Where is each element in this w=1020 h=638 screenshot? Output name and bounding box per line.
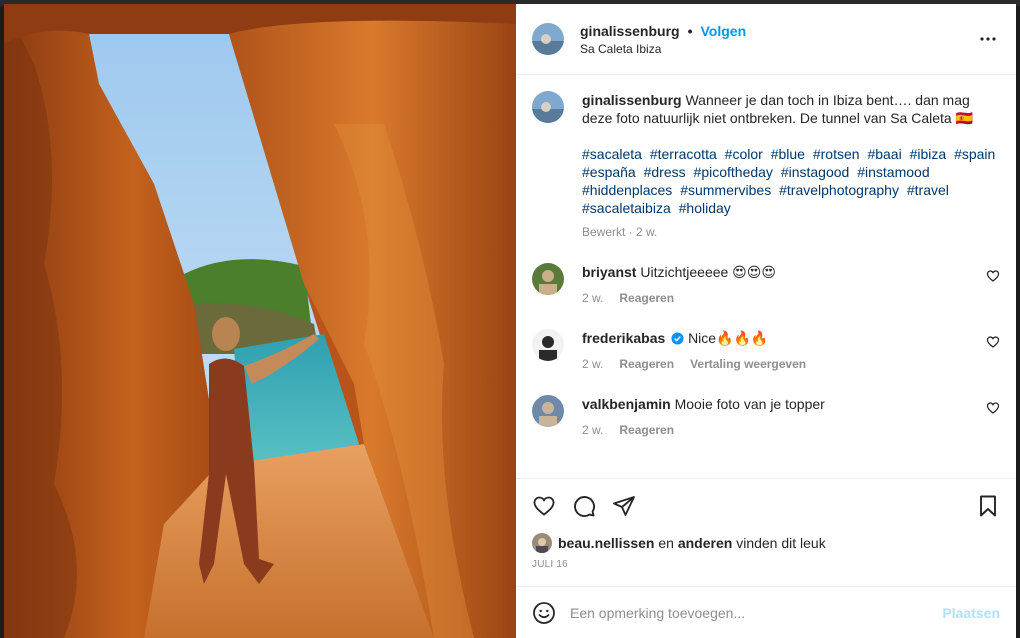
post-comment-button[interactable]: Plaatsen (942, 605, 1000, 621)
comment-meta: 2 w. Reageren (582, 421, 1000, 439)
reply-button[interactable]: Reageren (619, 421, 674, 439)
comment-body: frederikabas Nice🔥🔥🔥 2 w. Reageren Vertalin… (582, 329, 1000, 373)
hashtag-link[interactable]: #instagood (781, 164, 850, 180)
flag-emoji: 🇪🇸 (955, 110, 974, 126)
commenter-username[interactable]: valkbenjamin (582, 396, 671, 412)
commenter-avatar[interactable] (532, 395, 564, 427)
comment-age: 2 w. (582, 357, 604, 371)
post-photo-image (4, 4, 516, 638)
caption-username[interactable]: ginalissenburg (582, 92, 682, 108)
hashtag-link[interactable]: #picoftheday (694, 164, 773, 180)
hashtag-link[interactable]: #dress (644, 164, 686, 180)
hashtag-link[interactable]: #ibiza (910, 146, 947, 162)
hashtag-list: #sacaleta #terracotta #color #blue #rots… (582, 145, 1000, 217)
post-header: ginalissenburg • Volgen Sa Caleta Ibiza (516, 4, 1016, 75)
author-username[interactable]: ginalissenburg (580, 23, 680, 39)
caption-body: ginalissenburg Wanneer je dan toch in Ib… (582, 91, 1000, 241)
translate-button[interactable]: Vertaling weergeven (690, 355, 806, 373)
hashtag-link[interactable]: #blue (771, 146, 805, 162)
post-photo[interactable] (4, 4, 516, 638)
hashtag-link[interactable]: #summervibes (680, 182, 771, 198)
hashtag-link[interactable]: #sacaletaibiza (582, 200, 671, 216)
comment-age: 2 w. (582, 423, 604, 437)
likes-suffix: vinden dit leuk (732, 535, 826, 551)
reply-button[interactable]: Reageren (619, 289, 674, 307)
comment-body: briyanst Uitzichtjeeeee 😍😍😍 2 w. Reageren (582, 263, 1000, 307)
commenter-avatar[interactable] (532, 263, 564, 295)
post-date: JULI 16 (532, 559, 568, 570)
comment-item: briyanst Uitzichtjeeeee 😍😍😍 2 w. Reageren (532, 263, 1000, 307)
bookmark-icon[interactable] (976, 494, 1000, 518)
comment-like-heart-icon[interactable] (986, 335, 1000, 349)
hashtag-link[interactable]: #spain (954, 146, 995, 162)
add-comment-bar: Plaatsen (516, 586, 1016, 638)
caption-avatar[interactable] (532, 91, 564, 123)
post-detail-panel: ginalissenburg • Volgen Sa Caleta Ibiza … (516, 4, 1016, 638)
comment-bubble-icon[interactable] (572, 494, 596, 518)
hashtag-link[interactable]: #travelphotography (779, 182, 899, 198)
liker-avatar[interactable] (532, 533, 552, 553)
commenter-username[interactable]: frederikabas (582, 330, 665, 346)
comment-item: valkbenjamin Mooie foto van je topper 2 w… (532, 395, 1000, 439)
more-options-button[interactable] (976, 27, 1000, 51)
comment-age: 2 w. (582, 291, 604, 305)
heart-icon[interactable] (532, 494, 556, 518)
verified-badge-icon (671, 332, 684, 345)
likes-others-link[interactable]: anderen (678, 535, 732, 551)
action-bar (516, 479, 1016, 533)
hashtag-link[interactable]: #instamood (857, 164, 929, 180)
more-horizontal-icon (980, 37, 996, 41)
comment-meta: 2 w. Reageren (582, 289, 1000, 307)
comment-text: Mooie foto van je topper (674, 396, 825, 412)
smiley-icon[interactable] (532, 601, 556, 625)
comment-like-heart-icon[interactable] (986, 269, 1000, 283)
commenter-avatar[interactable] (532, 329, 564, 361)
separator-dot: • (687, 22, 693, 39)
location-link[interactable]: Sa Caleta Ibiza (580, 42, 976, 56)
comment-body: valkbenjamin Mooie foto van je topper 2 w… (582, 395, 1000, 439)
hashtag-link[interactable]: #terracotta (650, 146, 717, 162)
hashtag-link[interactable]: #baai (867, 146, 901, 162)
comment-meta: 2 w. Reageren Vertaling weergeven (582, 355, 1000, 373)
instagram-post-modal: ginalissenburg • Volgen Sa Caleta Ibiza … (0, 0, 1020, 638)
commenter-username[interactable]: briyanst (582, 264, 636, 280)
hashtag-link[interactable]: #holiday (679, 200, 731, 216)
hashtag-link[interactable]: #sacaleta (582, 146, 642, 162)
hashtag-link[interactable]: #rotsen (813, 146, 860, 162)
author-avatar[interactable] (532, 23, 564, 55)
comment-text: Uitzichtjeeeee 😍😍😍 (640, 264, 776, 280)
likes-connector: en (654, 535, 678, 551)
hashtag-link[interactable]: #españa (582, 164, 636, 180)
hashtag-link[interactable]: #hiddenplaces (582, 182, 672, 198)
comments-list[interactable]: ginalissenburg Wanneer je dan toch in Ib… (516, 75, 1016, 478)
comment-input[interactable] (570, 604, 943, 621)
caption-meta: Bewerkt · 2 w. (582, 225, 658, 239)
post-footer: beau.nellissen en anderen vinden dit leu… (516, 478, 1016, 638)
comment-item: frederikabas Nice🔥🔥🔥 2 w. Reageren Vertalin… (532, 329, 1000, 373)
hashtag-link[interactable]: #travel (907, 182, 949, 198)
hashtag-link[interactable]: #color (725, 146, 763, 162)
comment-text: Nice🔥🔥🔥 (688, 330, 769, 346)
comment-like-heart-icon[interactable] (986, 401, 1000, 415)
follow-button[interactable]: Volgen (700, 23, 746, 39)
post-caption: ginalissenburg Wanneer je dan toch in Ib… (532, 91, 1000, 241)
comment-thread: briyanst Uitzichtjeeeee 😍😍😍 2 w. Reageren f… (532, 263, 1000, 439)
paper-plane-icon[interactable] (612, 494, 636, 518)
likes-summary: beau.nellissen en anderen vinden dit leu… (516, 533, 1016, 553)
reply-button[interactable]: Reageren (619, 355, 674, 373)
author-meta: ginalissenburg • Volgen Sa Caleta Ibiza (580, 23, 976, 56)
author-row: ginalissenburg • Volgen (580, 23, 976, 39)
liker-username[interactable]: beau.nellissen (558, 535, 654, 551)
